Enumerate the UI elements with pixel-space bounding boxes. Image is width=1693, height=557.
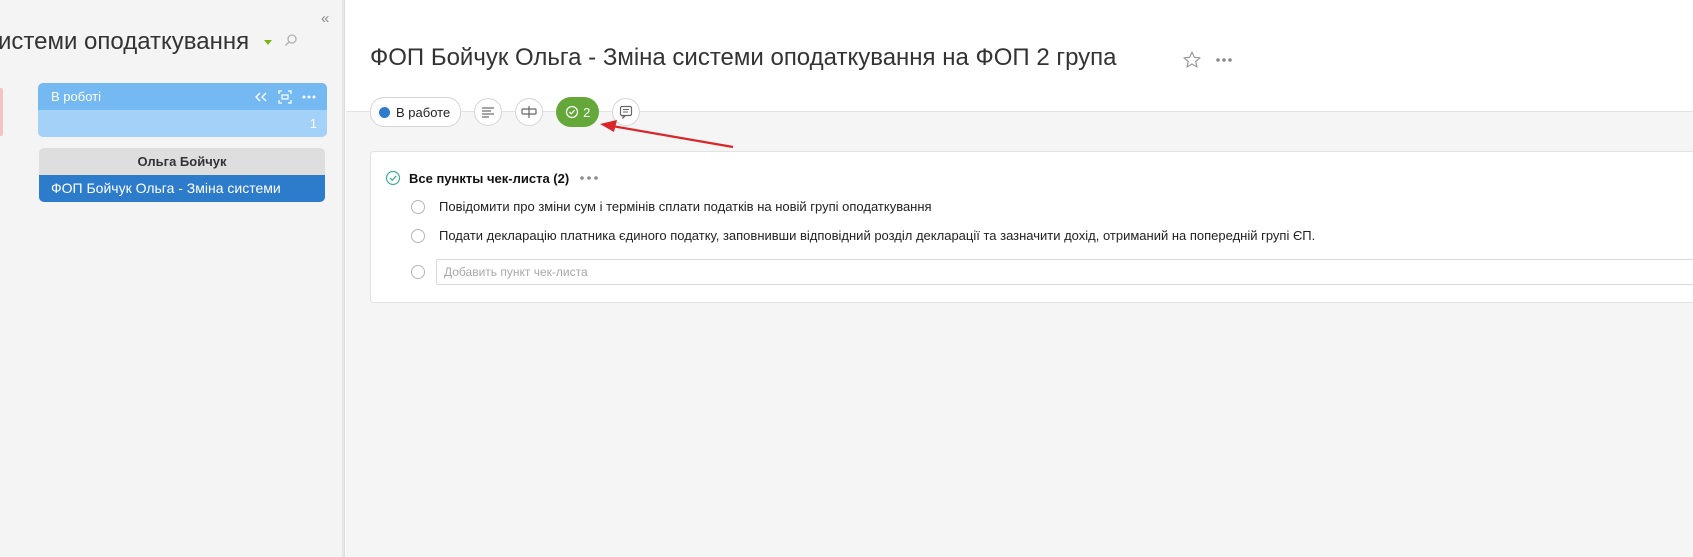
chevrons-left-icon[interactable]	[253, 89, 269, 105]
comment-icon	[620, 105, 633, 119]
description-button[interactable]	[474, 98, 503, 126]
new-item-checkbox	[411, 265, 425, 279]
status-label: В работе	[396, 104, 451, 120]
task-card-selected[interactable]: ФОП Бойчук Ольга - Зміна системи	[39, 175, 325, 202]
more-icon[interactable]	[1214, 52, 1234, 68]
gantt-button[interactable]	[515, 98, 544, 126]
star-icon[interactable]	[1182, 50, 1202, 70]
kanban-column: В роботі 1	[38, 83, 327, 137]
checklist-item-text[interactable]: Повідомити про зміни сум і термінів спла…	[439, 199, 932, 214]
search-icon[interactable]	[284, 33, 298, 47]
sidebar-divider[interactable]	[342, 0, 344, 557]
more-icon[interactable]	[301, 89, 317, 105]
assignee-group: Ольга Бойчук ФОП Бойчук Ольга - Зміна си…	[39, 148, 325, 202]
chevron-down-icon[interactable]	[264, 40, 272, 45]
expand-icon[interactable]	[277, 89, 293, 105]
column-header[interactable]: В роботі	[38, 83, 327, 110]
description-icon	[482, 107, 495, 118]
checklist-panel: Все пункты чек-листа (2) Повідомити про …	[370, 151, 1693, 303]
comments-button[interactable]	[612, 98, 641, 126]
checklist-item: Повідомити про зміни сум і термінів спла…	[411, 199, 932, 214]
task-toolbar: В работе 2	[370, 97, 641, 127]
column-task-count: 1	[38, 110, 327, 137]
checklist-button[interactable]: 2	[556, 97, 600, 127]
checklist-icon	[566, 105, 579, 119]
checklist-item-checkbox[interactable]	[411, 228, 425, 243]
status-dot	[379, 106, 390, 118]
checklist-title[interactable]: Все пункты чек-листа (2)	[409, 171, 569, 186]
collapse-sidebar-icon[interactable]: «	[321, 10, 329, 27]
checklist-item-checkbox[interactable]	[411, 199, 425, 214]
status-button[interactable]: В работе	[370, 97, 462, 127]
group-header[interactable]: Ольга Бойчук	[39, 148, 325, 175]
more-icon[interactable]	[579, 173, 599, 183]
checklist-item: Подати декларацію платника єдиного подат…	[411, 228, 1315, 243]
project-sidebar: « истеми оподаткування В роботі 1 Ольга …	[0, 0, 345, 557]
task-detail: ФОП Бойчук Ольга - Зміна системи оподатк…	[346, 0, 1693, 557]
checklist-icon	[385, 170, 401, 186]
checklist-count: 2	[583, 104, 591, 120]
add-checklist-item-input[interactable]	[436, 259, 1693, 285]
column-name: В роботі	[51, 89, 101, 104]
project-title[interactable]: истеми оподаткування	[0, 28, 249, 56]
task-title[interactable]: ФОП Бойчук Ольга - Зміна системи оподатк…	[370, 44, 1117, 72]
checklist-header: Все пункты чек-листа (2)	[385, 170, 599, 186]
offscreen-column-edge	[0, 88, 3, 136]
gantt-icon	[521, 106, 537, 118]
checklist-item-text[interactable]: Подати декларацію платника єдиного подат…	[439, 228, 1315, 243]
